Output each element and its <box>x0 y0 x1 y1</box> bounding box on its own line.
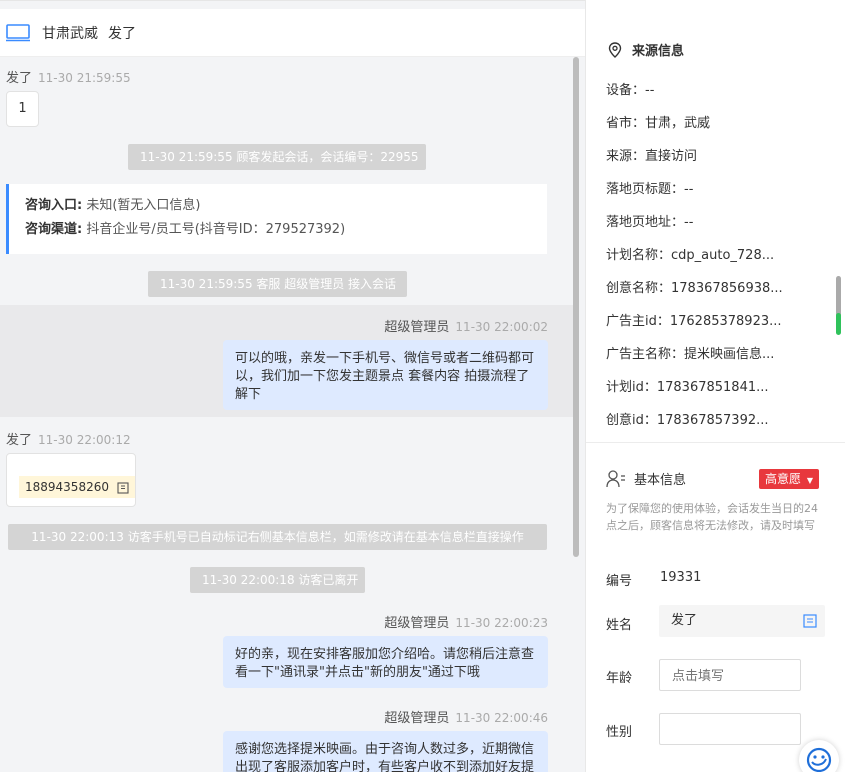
source-advertiser-id: 广告主id：176285378923... <box>606 314 782 329</box>
agent-message: 可以的哦，亲发一下手机号、微信号或者二维码都可以，我们加一下您发主题景点 套餐内… <box>223 340 548 410</box>
sender-name: 发了 <box>6 71 33 86</box>
source-landing-url: 落地页地址：-- <box>606 215 694 230</box>
age-label: 年龄 <box>606 671 633 686</box>
entry-label: 咨询入口: <box>25 198 83 213</box>
system-notice: 11-30 22:00:18 访客已离开 <box>190 567 365 593</box>
source-landing-title: 落地页标题：-- <box>606 182 694 197</box>
basic-info-title: 基本信息 <box>634 473 687 488</box>
message-time: 11-30 22:00:46 <box>455 711 548 725</box>
chat-scrollbar[interactable] <box>573 57 579 557</box>
number-value: 19331 <box>660 570 702 585</box>
source-info-title: 来源信息 <box>632 44 685 59</box>
system-notice: 11-30 21:59:55 客服 超级管理员 接入会话 <box>148 271 407 297</box>
agent-message: 感谢您选择提米映画。由于咨询人数过多，近期微信出现了客服添加客户时，有些客户收不… <box>223 731 548 772</box>
chat-panel: 甘肃武威 发了 发了 11-30 21:59:55 1 11-30 21:59:5… <box>0 0 585 772</box>
message-time: 11-30 22:00:02 <box>455 320 548 334</box>
copy-icon[interactable] <box>117 481 129 494</box>
support-icon <box>806 747 832 772</box>
location-pin-icon <box>608 41 622 58</box>
sender-name: 超级管理员 <box>384 616 450 631</box>
visitor-name: 发了 <box>108 25 136 42</box>
basic-info-header: 基本信息 <box>606 469 686 488</box>
gender-select[interactable] <box>659 713 801 745</box>
intent-level-dropdown[interactable]: 高意愿 ▼ <box>759 469 819 489</box>
message-meta: 发了 11-30 21:59:55 <box>6 67 131 86</box>
user-icon <box>606 469 625 487</box>
system-notice: 11-30 22:00:13 访客手机号已自动标记右侧基本信息栏，如需修改请在基… <box>8 524 547 550</box>
name-field[interactable]: 发了 <box>659 605 825 637</box>
source-advertiser-name: 广告主名称：提米映画信息... <box>606 347 775 362</box>
visitor-location: 甘肃武威 <box>42 25 98 42</box>
channel-label: 咨询渠道: <box>25 222 83 237</box>
gender-label: 性别 <box>606 725 633 740</box>
message-list[interactable]: 发了 11-30 21:59:55 1 11-30 21:59:55 顾客发起会话… <box>0 57 585 772</box>
message-meta: 超级管理员 11-30 22:00:46 <box>384 707 548 726</box>
source-origin: 来源：直接访问 <box>606 149 698 164</box>
number-label: 编号 <box>606 574 633 589</box>
message-time: 11-30 22:00:23 <box>455 616 548 630</box>
system-notice: 11-30 21:59:55 顾客发起会话，会话编号：22955 <box>128 144 426 170</box>
source-creative-id: 创意id：178367857392... <box>606 413 769 428</box>
computer-icon <box>6 23 30 41</box>
name-value: 发了 <box>671 613 698 628</box>
sender-name: 发了 <box>6 433 33 448</box>
customer-service-button[interactable] <box>799 740 839 772</box>
source-plan-name: 计划名称：cdp_auto_728... <box>606 248 775 263</box>
source-plan-id: 计划id：178367851841... <box>606 380 769 395</box>
message-time: 11-30 21:59:55 <box>38 71 131 85</box>
agent-message: 好的亲，现在安排客服加您介绍哈。请您稍后注意查看一下"通讯录"并点击"新的朋友"… <box>223 636 548 688</box>
phone-number-chip[interactable]: 18894358260 <box>19 476 135 498</box>
scroll-indicator <box>836 313 841 335</box>
customer-message: 1 <box>6 91 39 127</box>
source-device: 设备：-- <box>606 83 655 98</box>
source-creative-name: 创意名称：178367856938... <box>606 281 783 296</box>
intent-level-label: 高意愿 <box>765 472 802 486</box>
customer-message: 18894358260 <box>6 453 136 507</box>
source-province-city: 省市：甘肃，武威 <box>606 116 711 131</box>
consult-info-card: 咨询入口: 未知(暂无入口信息) 咨询渠道: 抖音企业号/员工号(抖音号ID：2… <box>6 184 547 254</box>
message-time: 11-30 22:00:12 <box>38 433 131 447</box>
copy-icon[interactable] <box>803 614 817 628</box>
chat-header: 甘肃武威 发了 <box>0 9 585 57</box>
message-meta: 超级管理员 11-30 22:00:02 <box>384 316 548 335</box>
channel-value: 抖音企业号/员工号(抖音号ID：279527392) <box>86 222 346 237</box>
name-label: 姓名 <box>606 618 633 633</box>
caret-down-icon: ▼ <box>806 476 813 485</box>
sender-name: 超级管理员 <box>384 711 450 726</box>
age-input[interactable] <box>659 659 801 691</box>
message-meta: 发了 11-30 22:00:12 <box>6 429 131 448</box>
customer-info-panel: 来源信息 设备：-- 省市：甘肃，武威 来源：直接访问 落地页标题：-- 落地页… <box>585 0 845 772</box>
source-info-header: 来源信息 <box>608 40 684 59</box>
edit-hint: 为了保障您的使用体验，会话发生当日的24点之后，顾客信息将无法修改，请及时填写 <box>606 502 818 532</box>
phone-number: 18894358260 <box>25 480 109 494</box>
section-divider <box>586 442 845 443</box>
entry-value: 未知(暂无入口信息) <box>86 198 201 213</box>
message-meta: 超级管理员 11-30 22:00:23 <box>384 612 548 631</box>
sender-name: 超级管理员 <box>384 320 450 335</box>
